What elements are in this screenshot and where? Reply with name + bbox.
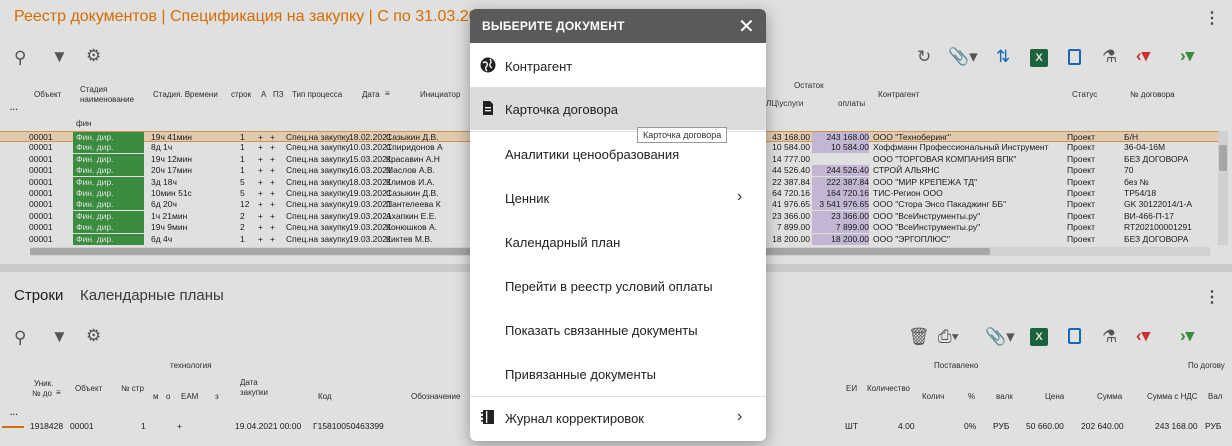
menu-item-linked-documents[interactable]: Привязанные документы — [470, 353, 766, 395]
menu-item-label: Контрагент — [505, 59, 573, 74]
select-document-dialog: ВЫБЕРИТЕ ДОКУМЕНТ ✕ Контрагент Карточка … — [470, 9, 766, 441]
chevron-right-icon: › — [737, 408, 743, 425]
menu-item-label: Журнал корректировок — [505, 411, 644, 426]
dialog-header: ВЫБЕРИТЕ ДОКУМЕНТ ✕ — [470, 9, 766, 43]
menu-item-label: Календарный план — [505, 235, 621, 250]
tooltip: Карточка договора — [637, 127, 728, 143]
chevron-right-icon: › — [737, 188, 743, 205]
menu-item-calendar-plan[interactable]: Календарный план — [470, 221, 766, 263]
menu-item-label: Ценник — [505, 191, 550, 206]
menu-item-label: Показать связанные документы — [505, 323, 698, 338]
menu-item-price-tag[interactable]: Ценник › — [470, 177, 766, 219]
dialog-title: ВЫБЕРИТЕ ДОКУМЕНТ — [482, 19, 625, 33]
globe-icon — [480, 57, 496, 73]
document-icon — [483, 101, 493, 115]
close-icon[interactable]: ✕ — [738, 14, 755, 39]
menu-item-label: Аналитики ценообразования — [505, 147, 680, 162]
journal-icon — [481, 410, 494, 424]
menu-item-contract-card[interactable]: Карточка договора — [470, 88, 766, 130]
menu-item-label: Перейти в реестр условий оплаты — [505, 279, 713, 294]
menu-item-contractor[interactable]: Контрагент — [470, 45, 766, 87]
menu-item-label: Карточка договора — [505, 102, 619, 117]
menu-item-related-documents[interactable]: Показать связанные документы — [470, 309, 766, 351]
menu-item-corrections-journal[interactable]: Журнал корректировок › — [470, 397, 766, 439]
menu-item-payment-terms-registry[interactable]: Перейти в реестр условий оплаты — [470, 265, 766, 307]
menu-item-label: Привязанные документы — [505, 367, 657, 382]
